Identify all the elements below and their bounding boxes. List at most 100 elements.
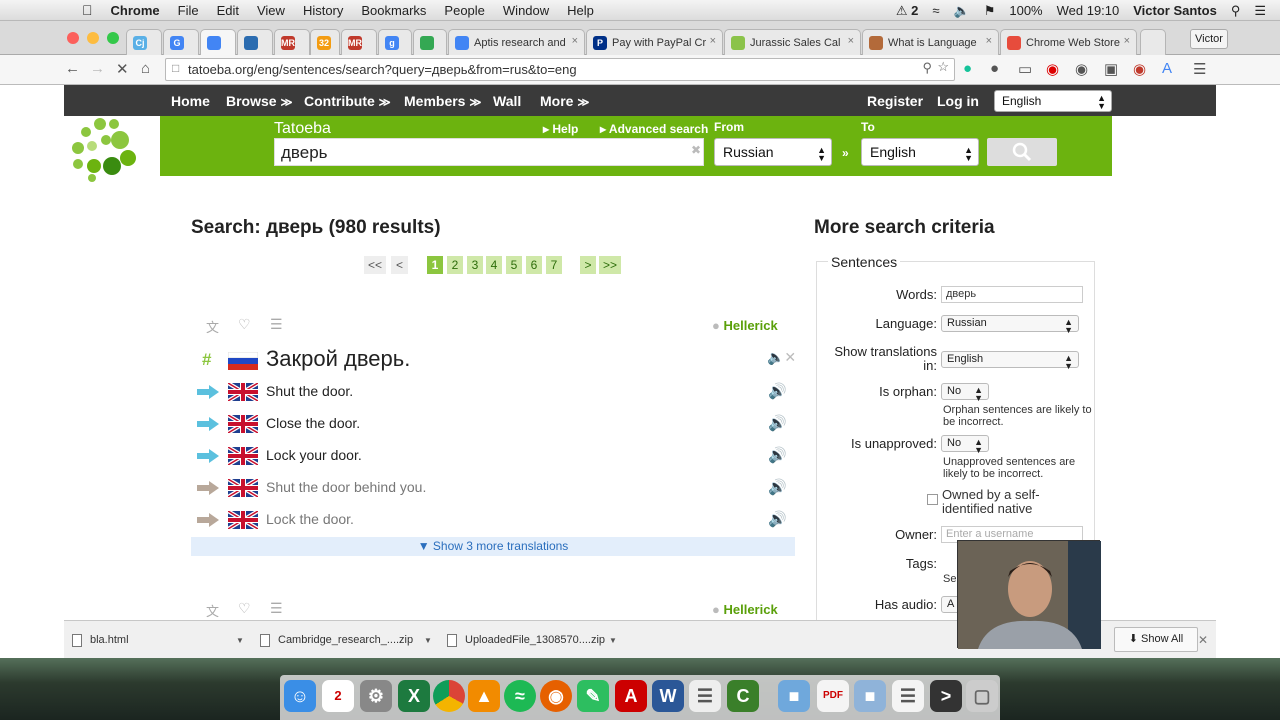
download-item[interactable]: bla.html ▼ — [72, 628, 244, 652]
browser-tab[interactable]: MR — [341, 29, 377, 55]
browser-tab[interactable]: P Pay with PayPal Cr × — [586, 29, 723, 55]
browser-tab[interactable] — [200, 29, 236, 55]
address-bar[interactable]: □ tatoeba.org/eng/sentences/search?query… — [165, 58, 955, 81]
user-name[interactable]: Victor Santos — [1133, 3, 1217, 18]
translation-text[interactable]: Shut the door. — [266, 383, 353, 399]
menu-file[interactable]: File — [178, 3, 199, 18]
word-icon[interactable]: W — [652, 680, 684, 712]
browser-tab[interactable]: What is Language × — [862, 29, 999, 55]
grammarly-icon[interactable]: ● — [963, 60, 972, 77]
favorite-icon[interactable]: ♡ — [238, 316, 251, 333]
tatoeba-logo[interactable] — [64, 112, 142, 182]
play-audio-icon[interactable]: 🔊 — [768, 382, 787, 400]
vlc-icon[interactable]: ▲ — [468, 680, 500, 712]
system-preferences-icon[interactable]: ⚙ — [360, 680, 392, 712]
folder2-icon[interactable]: ■ — [854, 680, 886, 712]
help-link[interactable]: ▸ Help — [543, 122, 578, 136]
show-all-downloads-button[interactable]: ⬇ Show All — [1114, 627, 1198, 652]
show-translations-select[interactable]: English ▲ ▼ — [941, 351, 1079, 371]
search-button[interactable] — [987, 138, 1057, 166]
pagination-last[interactable]: >> — [599, 256, 621, 274]
download-menu-icon[interactable]: ▼ — [609, 636, 617, 645]
menu-history[interactable]: History — [303, 3, 343, 18]
add-to-list-icon[interactable]: ☰ — [270, 600, 283, 617]
direct-translation-arrow-icon[interactable] — [197, 449, 219, 463]
excel-icon[interactable]: X — [398, 680, 430, 712]
trash-icon[interactable]: ▢ — [966, 680, 998, 712]
pagination-prev[interactable]: < — [391, 256, 408, 274]
textedit-icon[interactable]: ☰ — [689, 680, 721, 712]
play-audio-icon[interactable]: 🔊 — [768, 446, 787, 464]
pagination-page-7[interactable]: 7 — [546, 256, 562, 274]
to-language-select[interactable]: English ▲ ▼ — [861, 138, 979, 166]
download-menu-icon[interactable]: ▼ — [424, 636, 432, 645]
browser-tab[interactable]: G — [163, 29, 199, 55]
zoom-window-button[interactable] — [107, 32, 119, 44]
stop-icon[interactable]: ✕ — [116, 60, 129, 78]
play-audio-icon[interactable]: 🔊 — [768, 414, 787, 432]
browser-tab[interactable]: Jurassic Sales Cal × — [724, 29, 861, 55]
close-tab-icon[interactable]: × — [848, 35, 854, 47]
extension4-icon[interactable]: ◉ — [1133, 60, 1146, 78]
folder-icon[interactable]: ■ — [778, 680, 810, 712]
spotlight-icon[interactable]: ⚲ — [1231, 3, 1241, 19]
camtasia-icon[interactable]: C — [727, 680, 759, 712]
cast-icon[interactable]: ▭ — [1018, 60, 1032, 78]
adobe-status-icon[interactable]: ⚠ 2 — [896, 3, 919, 19]
zoom-icon[interactable]: ⚲ — [922, 60, 932, 76]
chrome-menu-icon[interactable]: ☰ — [1193, 60, 1206, 78]
finder-icon[interactable]: ☺ — [284, 680, 316, 712]
nav-more[interactable]: More ≫ — [540, 93, 590, 109]
direct-translation-arrow-icon[interactable] — [197, 417, 219, 431]
new-tab-button[interactable] — [1140, 29, 1166, 55]
apple-icon[interactable]:  — [82, 2, 93, 18]
clear-query-icon[interactable]: ✖ — [691, 143, 701, 157]
advanced-search-link[interactable]: ▸ Advanced search — [600, 122, 708, 136]
pagination-next[interactable]: > — [580, 256, 596, 274]
translate-icon[interactable]: 文 — [206, 317, 219, 336]
site-brand[interactable]: Tatoeba — [274, 120, 331, 138]
browser-tab[interactable] — [237, 29, 273, 55]
nav-browse[interactable]: Browse ≫ — [226, 93, 293, 109]
browser-tab[interactable]: Aptis research and × — [448, 29, 585, 55]
clock[interactable]: Wed 19:10 — [1057, 3, 1120, 18]
browser-tab[interactable]: g — [378, 29, 412, 55]
pagination-page-3[interactable]: 3 — [467, 256, 483, 274]
download-menu-icon[interactable]: ▼ — [236, 636, 244, 645]
extension2-icon[interactable]: ◉ — [1075, 60, 1088, 78]
evernote-icon[interactable]: ✎ — [577, 680, 609, 712]
main-sentence[interactable]: Закрой дверь. — [266, 346, 410, 372]
battery-level[interactable]: 100% — [1009, 3, 1042, 18]
home-icon[interactable]: ⌂ — [141, 60, 150, 77]
back-icon[interactable]: ← — [65, 60, 80, 77]
close-tab-icon[interactable]: × — [1124, 35, 1130, 47]
close-window-button[interactable] — [67, 32, 79, 44]
words-input[interactable]: дверь — [941, 286, 1083, 303]
calendar-icon[interactable]: 2 — [322, 680, 354, 712]
close-tab-icon[interactable]: × — [572, 35, 578, 47]
translate-icon[interactable]: 文 — [206, 601, 219, 620]
wifi-icon[interactable]: ≈ — [932, 3, 939, 18]
sentence-hash-link[interactable]: # — [202, 350, 211, 370]
direct-translation-arrow-icon[interactable] — [197, 385, 219, 399]
pagination-page-1[interactable]: 1 — [427, 256, 443, 274]
chrome-icon[interactable] — [433, 680, 465, 712]
translation-text[interactable]: Lock your door. — [266, 447, 362, 463]
login-link[interactable]: Log in — [937, 93, 979, 109]
owner-link[interactable]: ● Hellerick — [712, 318, 778, 333]
pagination-page-6[interactable]: 6 — [526, 256, 542, 274]
pagination-page-2[interactable]: 2 — [447, 256, 463, 274]
extension3-icon[interactable]: ▣ — [1104, 60, 1118, 78]
nav-contribute[interactable]: Contribute ≫ — [304, 93, 391, 109]
browser-tab[interactable]: 32 — [310, 29, 340, 55]
download-item[interactable]: UploadedFile_1308570....zip ▼ — [447, 628, 622, 652]
show-more-translations[interactable]: ▼ Show 3 more translations — [191, 537, 795, 556]
menu-bookmarks[interactable]: Bookmarks — [361, 3, 426, 18]
translation-text[interactable]: Lock the door. — [266, 511, 354, 527]
nav-members[interactable]: Members ≫ — [404, 93, 482, 109]
add-to-list-icon[interactable]: ☰ — [270, 316, 283, 333]
firefox-icon[interactable]: ◉ — [540, 680, 572, 712]
play-audio-icon[interactable]: 🔊 — [768, 510, 787, 528]
menu-edit[interactable]: Edit — [217, 3, 239, 18]
register-link[interactable]: Register — [867, 93, 923, 109]
